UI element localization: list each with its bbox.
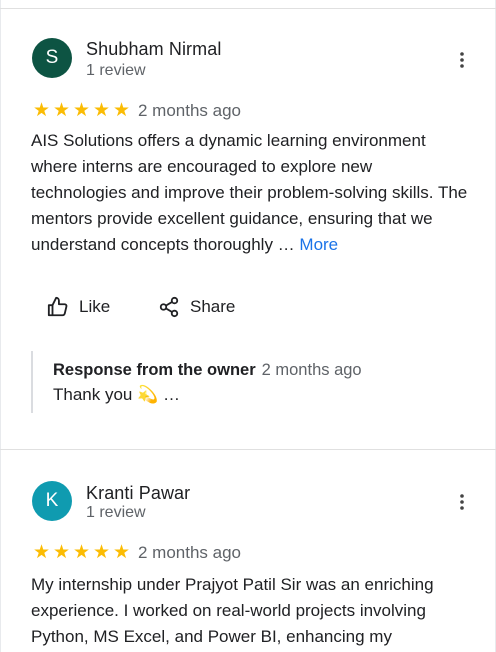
star-rating: ★ ★ ★ ★ ★ (32, 543, 131, 563)
review-body: AIS Solutions offers a dynamic learning … (31, 131, 468, 254)
avatar[interactable]: K (32, 481, 72, 521)
more-options-icon[interactable] (452, 50, 472, 70)
divider (0, 8, 496, 9)
star-icon: ★ (32, 542, 51, 563)
divider (0, 449, 496, 450)
review-text: AIS Solutions offers a dynamic learning … (31, 128, 471, 258)
star-icon: ★ (52, 100, 71, 121)
star-rating: ★ ★ ★ ★ ★ (32, 101, 131, 121)
star-icon: ★ (72, 542, 91, 563)
review-count: 1 review (86, 62, 146, 79)
review-date: 2 months ago (138, 543, 242, 562)
like-button[interactable]: Like (47, 296, 110, 318)
star-icon: ★ (72, 100, 91, 121)
share-button[interactable]: Share (158, 296, 235, 318)
review-text: My internship under Prajyot Patil Sir wa… (31, 572, 471, 650)
star-icon: ★ (112, 542, 131, 563)
response-date: 2 months ago (261, 361, 362, 379)
avatar[interactable]: S (32, 38, 72, 78)
response-title: Response from the owner (53, 361, 256, 379)
left-border (0, 0, 1, 652)
more-options-icon[interactable] (452, 492, 472, 512)
star-icon: ★ (92, 542, 111, 563)
star-icon: ★ (92, 100, 111, 121)
like-label: Like (79, 297, 111, 316)
star-icon: ★ (32, 100, 51, 121)
share-icon (159, 296, 179, 318)
response-text: Thank you 💫 … (53, 385, 180, 404)
review-date: 2 months ago (138, 101, 242, 120)
share-label: Share (190, 297, 236, 316)
more-link[interactable]: More (299, 235, 338, 254)
review-count: 1 review (86, 504, 146, 521)
owner-response: Response from the owner 2 months ago Than… (31, 351, 463, 413)
star-icon: ★ (52, 542, 71, 563)
star-icon: ★ (112, 100, 131, 121)
thumbs-up-icon (47, 296, 68, 317)
reviewer-name[interactable]: Shubham Nirmal (86, 39, 221, 60)
reviewer-name[interactable]: Kranti Pawar (86, 483, 190, 504)
review-body: My internship under Prajyot Patil Sir wa… (31, 575, 434, 646)
